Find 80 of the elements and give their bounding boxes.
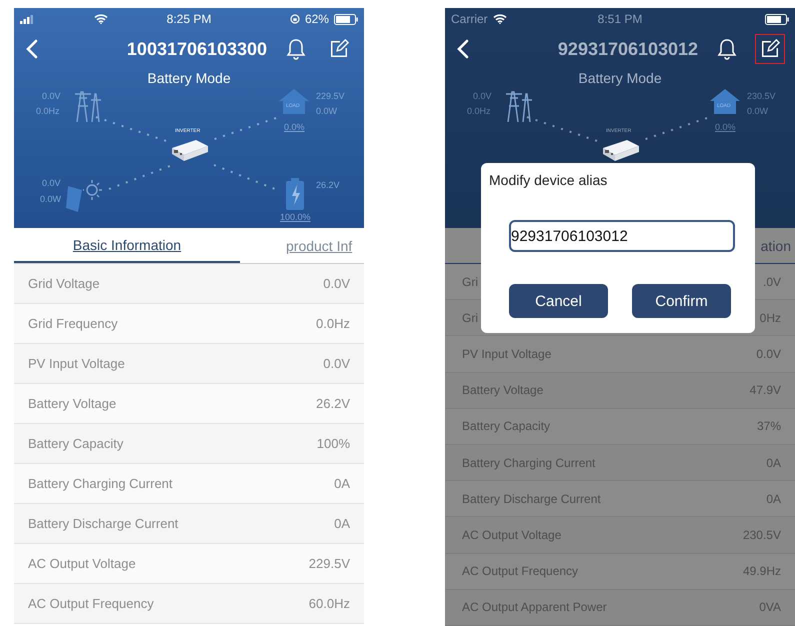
row-value: 0A xyxy=(334,476,350,491)
row-value: 0.0Hz xyxy=(316,316,350,331)
row-value: .0V xyxy=(762,274,781,289)
row-value: 47.9V xyxy=(750,383,781,398)
row-value: 0A xyxy=(334,516,350,531)
load-voltage-reading: 229.5V xyxy=(316,91,345,101)
row-value: 229.5V xyxy=(308,556,350,571)
wifi-icon xyxy=(94,14,108,24)
solar-panel-icon xyxy=(66,178,104,212)
load-power-reading: 0.0W xyxy=(747,106,768,116)
row-label: PV Input Voltage xyxy=(28,356,125,371)
mode-label: Battery Mode xyxy=(146,70,232,86)
row-value: 37% xyxy=(756,419,781,434)
battery-icon xyxy=(334,14,358,24)
edit-icon[interactable] xyxy=(760,39,780,59)
row-label: Battery Capacity xyxy=(28,436,124,451)
row-label: Battery Charging Current xyxy=(28,476,173,491)
row-value: 0Hz xyxy=(760,310,781,325)
battery-voltage-reading: 26.2V xyxy=(316,180,340,190)
bell-icon[interactable] xyxy=(717,38,737,60)
row-value: 26.2V xyxy=(316,396,350,411)
row-label: Grid Voltage xyxy=(28,276,100,291)
pv-power-reading: 0.0W xyxy=(40,194,62,204)
dialog-title: Modify device alias xyxy=(489,172,608,188)
row-label: Battery Discharge Current xyxy=(28,516,178,531)
row-value: 49.9Hz xyxy=(742,564,781,578)
grid-voltage-reading: 0.0V xyxy=(473,91,492,101)
status-time: 8:25 PM xyxy=(166,12,212,26)
row-label: AC Output Apparent Power xyxy=(462,600,607,614)
grid-frequency-reading: 0.0Hz xyxy=(36,106,60,116)
carrier-name: Carrier xyxy=(451,12,488,26)
load-percentage[interactable]: 0.0% xyxy=(715,122,736,132)
mode-label: Battery Mode xyxy=(577,70,663,86)
dialog-button[interactable]: Confirm xyxy=(632,284,731,318)
wifi-icon xyxy=(492,14,507,24)
edit-icon[interactable] xyxy=(329,39,349,59)
row-label: AC Output Frequency xyxy=(28,596,154,611)
row-label: Battery Discharge Current xyxy=(462,492,601,506)
rotation-lock-icon xyxy=(290,14,300,24)
pv-voltage-reading: 0.0V xyxy=(42,178,61,188)
bell-icon[interactable] xyxy=(286,38,306,60)
row-value: 100% xyxy=(316,436,350,451)
grid-frequency-reading: 0.0Hz xyxy=(467,106,491,116)
row-label: Grid Frequency xyxy=(28,316,118,331)
battery-percentage: 62% xyxy=(304,12,329,26)
row-label: PV Input Voltage xyxy=(462,346,552,361)
row-label: Gri xyxy=(462,274,478,289)
row-value: 60.0Hz xyxy=(308,596,350,611)
alias-input-field[interactable]: 92931706103012 xyxy=(509,220,735,252)
load-percentage[interactable]: 0.0% xyxy=(284,122,305,132)
row-value: 0.0V xyxy=(756,346,781,361)
row-label: Battery Voltage xyxy=(28,396,116,411)
battery-icon xyxy=(764,14,789,24)
device-title: 10031706103300 xyxy=(126,38,268,60)
row-value: 0.0V xyxy=(323,356,350,371)
row-label: AC Output Voltage xyxy=(462,528,562,542)
back-icon[interactable] xyxy=(26,39,38,59)
battery-charging-icon xyxy=(286,178,304,210)
row-value: 0A xyxy=(766,456,781,470)
tab[interactable]: ation xyxy=(760,228,795,263)
back-icon[interactable] xyxy=(457,39,469,59)
tab[interactable]: product Inf xyxy=(240,228,364,263)
dialog-button[interactable]: Cancel xyxy=(509,284,608,318)
row-label: Battery Voltage xyxy=(462,383,544,398)
row-value: 0.0V xyxy=(323,276,350,291)
row-label: Battery Charging Current xyxy=(462,456,596,470)
device-title: 92931706103012 xyxy=(556,38,700,60)
grid-voltage-reading: 0.0V xyxy=(42,91,61,101)
signal-icon xyxy=(20,14,34,24)
battery-percentage-link[interactable]: 100.0% xyxy=(280,212,311,222)
row-value: 230.5V xyxy=(742,528,781,542)
load-voltage-reading: 230.5V xyxy=(747,91,776,101)
row-value: 0VA xyxy=(759,600,781,614)
row-label: Battery Capacity xyxy=(462,419,550,434)
row-label: Gri xyxy=(462,310,478,325)
row-value: 0A xyxy=(766,492,781,506)
row-label: AC Output Frequency xyxy=(462,564,578,578)
load-power-reading: 0.0W xyxy=(316,106,338,116)
status-time: 8:51 PM xyxy=(598,12,642,26)
row-label: AC Output Voltage xyxy=(28,556,136,571)
